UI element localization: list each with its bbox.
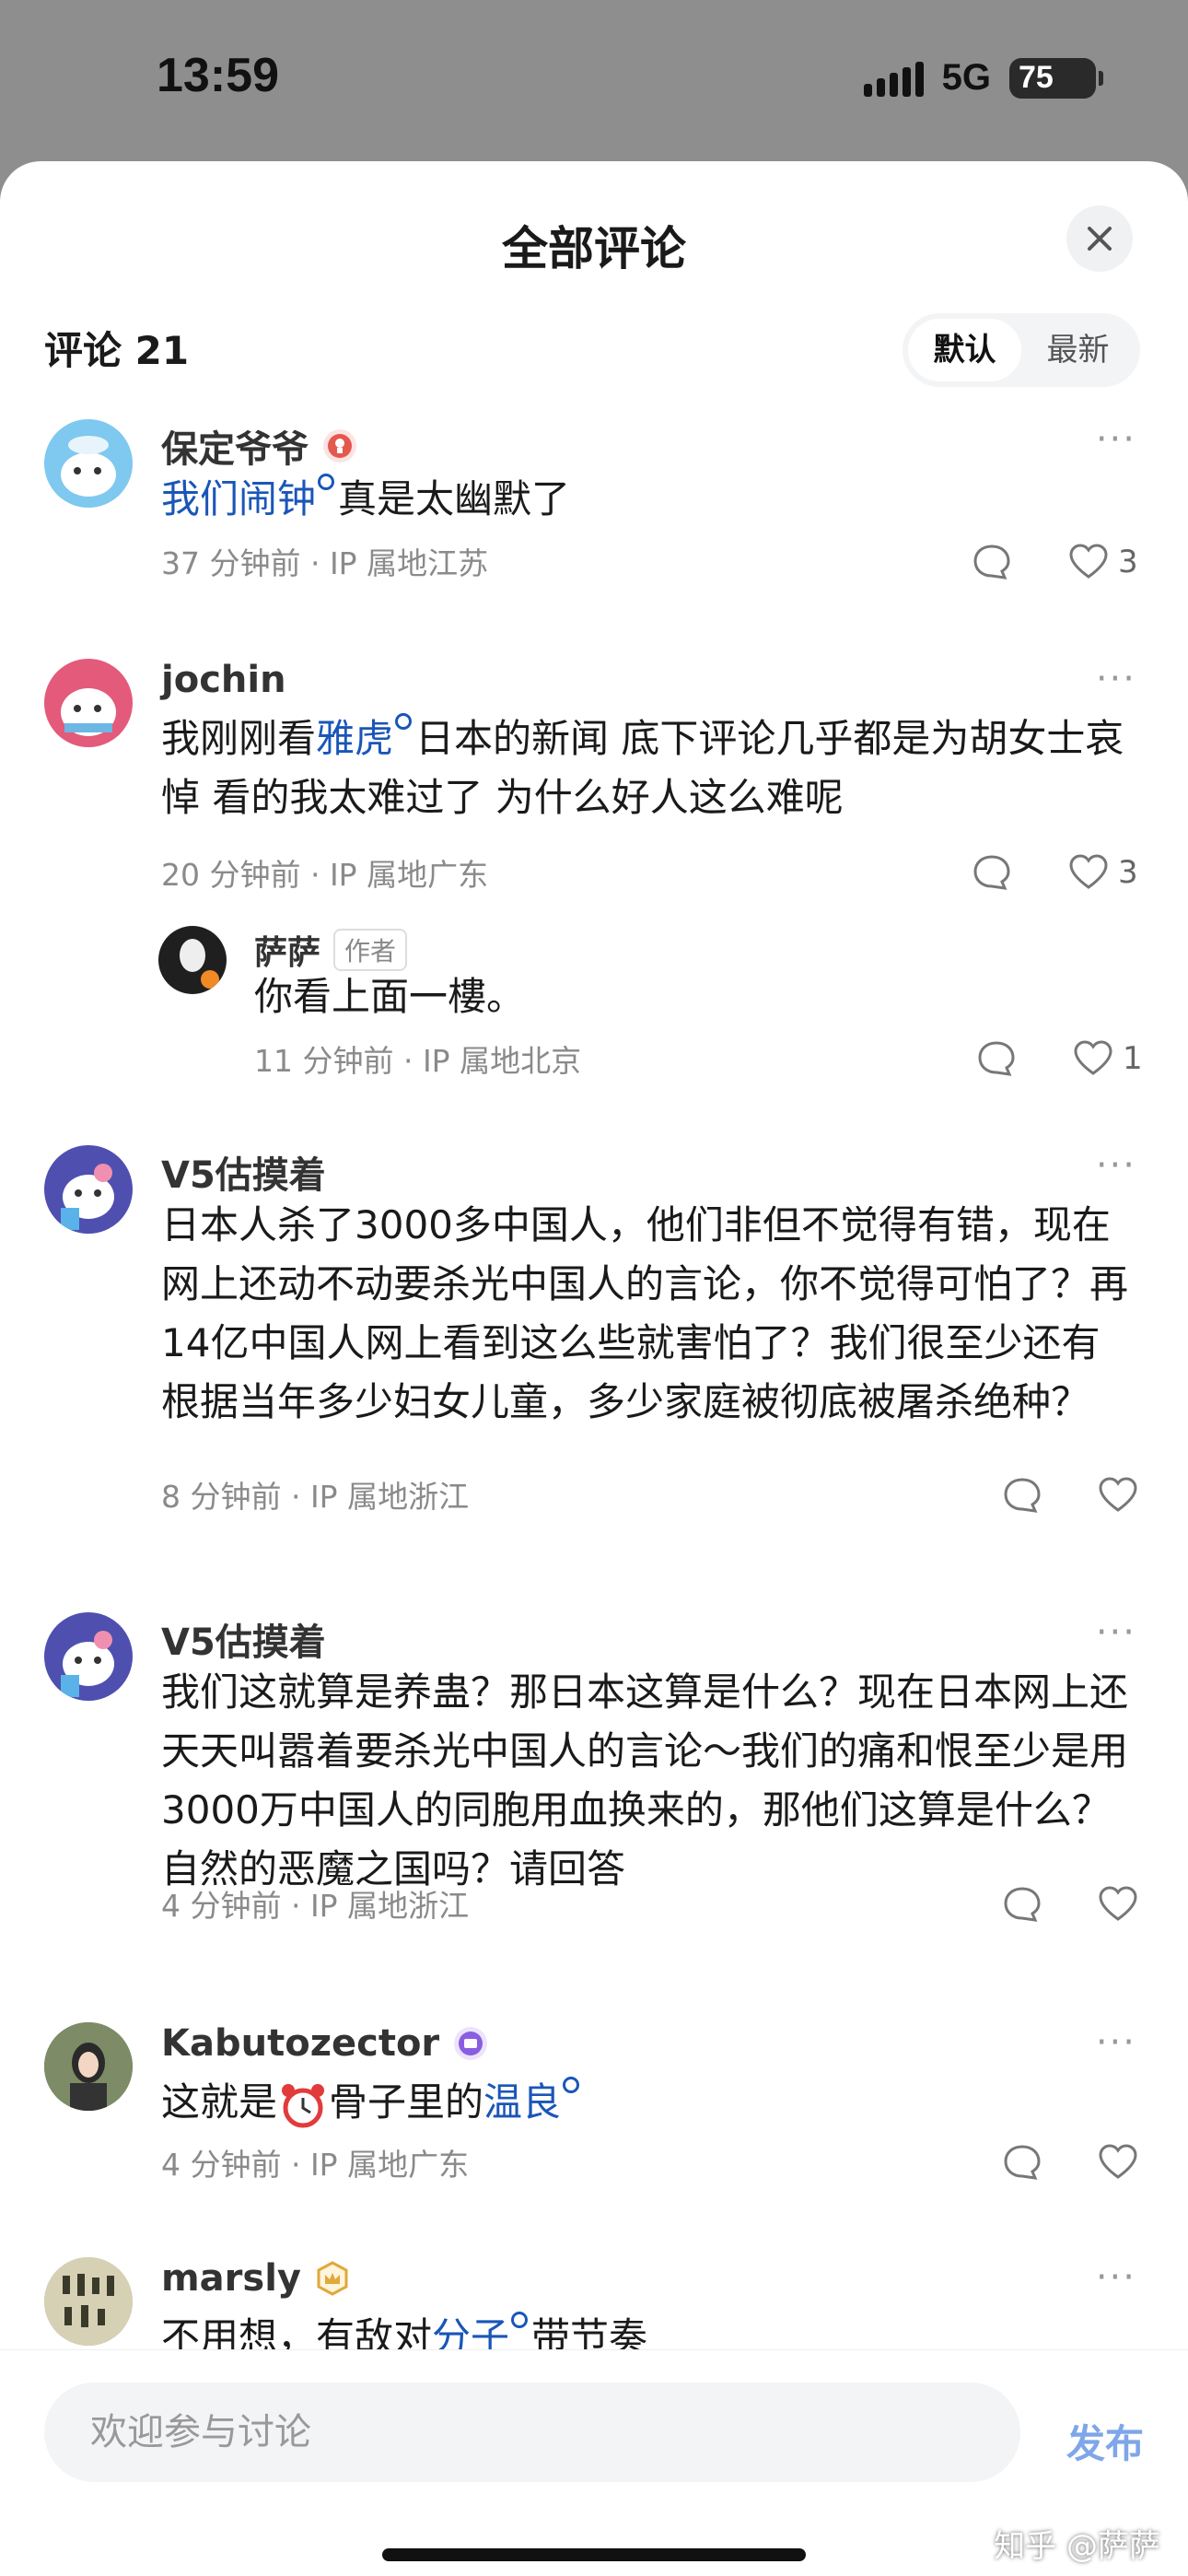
comment-text: 你看上面一樓。 — [254, 974, 526, 1019]
close-button[interactable] — [1066, 205, 1133, 272]
comment-meta: 4 分钟前 · IP 属地广东 — [161, 2147, 470, 2183]
avatar[interactable] — [158, 926, 227, 994]
like-count: 3 — [1118, 854, 1138, 891]
topic-link[interactable]: 温良 — [483, 2079, 561, 2125]
comment-author[interactable]: jochin — [161, 659, 286, 701]
reply-icon[interactable] — [976, 1038, 1017, 1079]
reply-icon[interactable] — [1002, 2142, 1042, 2183]
comment-text: 我们这就算是养蛊？那日本这算是什么？现在日本网上还天天叫嚣着要杀光中国人的言论～… — [161, 1669, 1129, 1891]
author-badge: 作者 — [333, 929, 408, 971]
search-icon — [511, 2312, 529, 2328]
reply-icon[interactable] — [972, 542, 1012, 582]
signal-icon — [863, 60, 924, 97]
avatar[interactable] — [44, 1612, 133, 1701]
heart-icon[interactable] — [1098, 1884, 1138, 1925]
comment-count: 评论 21 — [44, 328, 190, 373]
topic-link[interactable]: 雅虎 — [316, 716, 393, 761]
comment-text: 这就是 骨子里的温良 — [161, 2073, 1137, 2132]
comment-author[interactable]: marsly — [161, 2257, 301, 2300]
reply-icon[interactable] — [972, 852, 1012, 893]
sort-toggle: 默认 最新 — [903, 313, 1140, 387]
avatar[interactable] — [44, 2257, 133, 2346]
battery-icon: 75 — [1009, 57, 1103, 99]
reply-item: 萨萨 作者 你看上面一樓。 11 分钟前 · IP 属地北京 1 — [0, 926, 1188, 1110]
search-icon — [395, 713, 413, 730]
chat-badge-icon — [454, 2027, 488, 2060]
avatar[interactable] — [44, 1145, 133, 1234]
comment-meta: 11 分钟前 · IP 属地北京 — [254, 1043, 582, 1079]
comment-item: Kabutozector ··· 这就是 骨子里的温良 4 分钟前 · IP 属地… — [0, 2022, 1188, 2225]
comments-sheet: 全部评论 评论 21 默认 最新 保定爷爷 ··· 我们闹钟 真是太幽默了 37 … — [0, 161, 1188, 2576]
comment-meta: 37 分钟前 · IP 属地江苏 — [161, 545, 489, 581]
comment-composer: 欢迎参与讨论 发布 知乎 @萨萨 — [0, 2349, 1188, 2576]
comment-author[interactable]: V5估摸着 — [161, 1612, 326, 1666]
avatar[interactable] — [44, 419, 133, 508]
alarm-clock-icon — [282, 2083, 325, 2127]
more-icon[interactable]: ··· — [1096, 1614, 1136, 1651]
comment-input[interactable]: 欢迎参与讨论 — [44, 2383, 1020, 2482]
network-type: 5G — [941, 57, 991, 98]
comment-author[interactable]: V5估摸着 — [161, 1145, 326, 1199]
comment-meta: 8 分钟前 · IP 属地浙江 — [161, 1479, 470, 1515]
comment-text: 日本人杀了3000多中国人，他们非但不觉得有错，现在网上还动不动要杀光中国人的言… — [161, 1202, 1129, 1424]
heart-icon — [1074, 1040, 1112, 1075]
more-icon[interactable]: ··· — [1096, 421, 1136, 458]
comment-author[interactable]: Kabutozector — [161, 2022, 439, 2065]
comment-item: V5估摸着 ··· 日本人杀了3000多中国人，他们非但不觉得有错，现在网上还动… — [0, 1145, 1188, 1551]
heart-icon — [1069, 544, 1108, 579]
more-icon[interactable]: ··· — [1096, 661, 1136, 697]
home-indicator[interactable] — [382, 2548, 806, 2561]
status-time: 13:59 — [157, 49, 279, 102]
sort-default-tab[interactable]: 默认 — [908, 319, 1021, 381]
avatar[interactable] — [44, 659, 133, 747]
sheet-title: 全部评论 — [502, 222, 686, 275]
sort-latest-tab[interactable]: 最新 — [1021, 319, 1135, 381]
topic-link[interactable]: 我们闹钟 — [161, 476, 316, 521]
bulb-badge-icon — [323, 429, 356, 463]
heart-icon — [1069, 854, 1108, 889]
comment-meta: 20 分钟前 · IP 属地广东 — [161, 857, 489, 893]
status-bar: 13:59 5G 75 — [0, 0, 1188, 161]
reply-icon[interactable] — [1002, 1884, 1042, 1925]
comment-item: 保定爷爷 ··· 我们闹钟 真是太幽默了 37 分钟前 · IP 属地江苏 3 — [0, 419, 1188, 603]
heart-icon[interactable] — [1098, 2142, 1138, 2183]
comment-text: 我们闹钟 真是太幽默了 — [161, 470, 1137, 529]
reply-icon[interactable] — [1002, 1475, 1042, 1516]
comment-meta: 4 分钟前 · IP 属地浙江 — [161, 1888, 470, 1924]
publish-button[interactable]: 发布 — [1066, 2413, 1144, 2469]
like-button[interactable]: 3 — [1068, 542, 1138, 582]
more-icon[interactable]: ··· — [1096, 1147, 1136, 1184]
comment-item: jochin ··· 我刚刚看雅虎 日本的新闻 底下评论几乎都是为胡女士哀悼 看的… — [0, 659, 1188, 926]
more-icon[interactable]: ··· — [1096, 2024, 1136, 2061]
comment-author[interactable]: 保定爷爷 — [161, 419, 309, 473]
avatar[interactable] — [44, 2022, 133, 2111]
like-button[interactable]: 3 — [1068, 852, 1138, 893]
more-icon[interactable]: ··· — [1096, 2259, 1136, 2296]
status-indicators: 5G 75 — [863, 57, 1103, 99]
like-count: 1 — [1123, 1040, 1143, 1077]
search-icon — [318, 474, 335, 490]
like-button[interactable]: 1 — [1073, 1038, 1143, 1079]
crown-badge-icon — [317, 2261, 348, 2296]
search-icon — [563, 2077, 580, 2093]
battery-level: 75 — [1019, 60, 1054, 95]
heart-icon[interactable] — [1098, 1475, 1138, 1516]
watermark: 知乎 @萨萨 — [994, 2528, 1160, 2565]
comment-item: V5估摸着 ··· 我们这就算是养蛊？那日本这算是什么？现在日本网上还天天叫嚣着… — [0, 1612, 1188, 1962]
like-count: 3 — [1118, 544, 1138, 580]
close-icon — [1088, 227, 1112, 251]
comment-text: 我刚刚看雅虎 日本的新闻 底下评论几乎都是为胡女士哀悼 看的我太难过了 为什么好人… — [161, 709, 1137, 827]
